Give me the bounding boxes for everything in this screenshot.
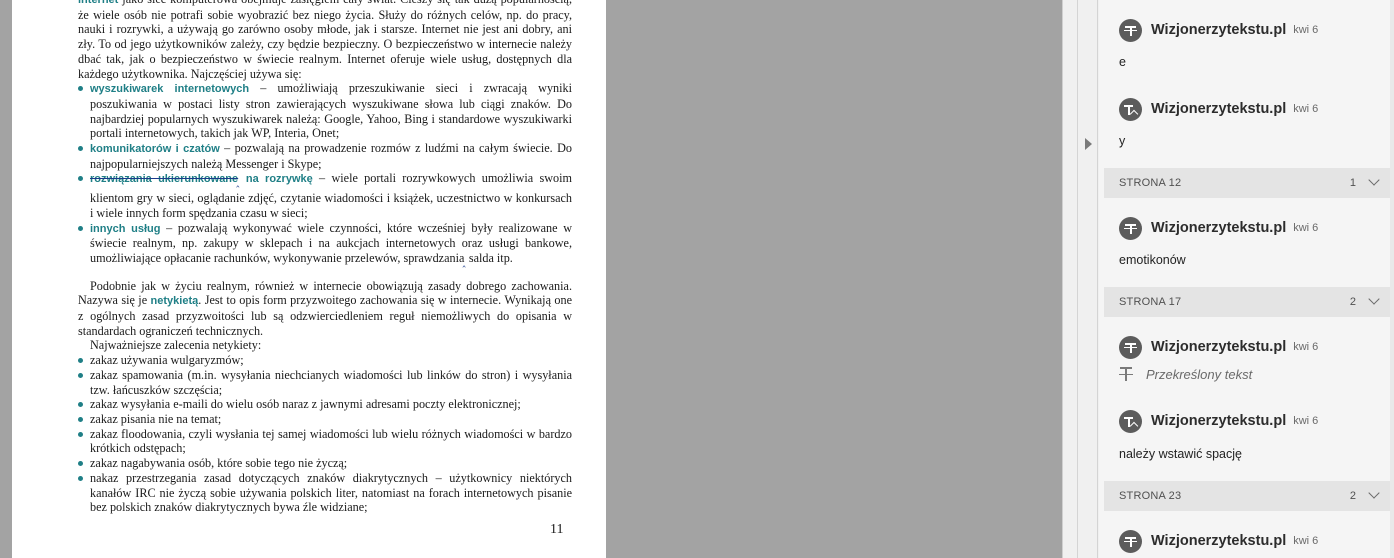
strikethrough-text-icon [1119,366,1133,382]
recommendations-heading: Najważniejsze zalecenia netykiety: [90,338,262,353]
comment-header[interactable]: Wizjonerzytekstu.pl kwi 6 [1119,529,1318,553]
divider-line [1077,0,1078,558]
comment-date: kwi 6 [1293,103,1319,115]
comment-body[interactable]: Przekreślony tekst [1119,366,1252,382]
insert-text-icon [1119,409,1142,433]
comment-body[interactable]: e [1119,55,1126,69]
strikethrough-icon [1119,529,1142,553]
comment-header[interactable]: Wizjonerzytekstu.pl kwi 6 [1119,335,1318,359]
services-list: wyszukiwarek internetowych – umożliwiają… [78,81,572,270]
comment-author: Wizjonerzytekstu.pl [1151,101,1287,117]
collapse-panel-arrow-icon[interactable] [1085,138,1092,150]
page-number: 11 [550,522,564,537]
section-label: STRONA 23 [1119,490,1182,502]
chevron-down-icon[interactable] [1368,293,1380,305]
section-label: STRONA 12 [1119,177,1182,189]
comment-header[interactable]: Wizjonerzytekstu.pl kwi 6 [1119,409,1318,433]
chevron-down-icon[interactable] [1368,174,1380,186]
viewer-background [606,0,1062,558]
strikethrough-label: Przekreślony tekst [1146,366,1253,382]
section-count: 1 [1349,177,1356,189]
keyword-internet: internet [78,0,119,6]
comment-author: Wizjonerzytekstu.pl [1151,220,1287,236]
list-item: zakaz wysyłania e-maili do wielu osób na… [78,397,572,412]
list-item: komunikatorów i czatów – pozwalają na pr… [78,141,572,171]
divider-line [1097,0,1098,558]
section-count: 2 [1349,296,1356,308]
comment-header[interactable]: Wizjonerzytekstu.pl kwi 6 [1119,97,1318,121]
strikethrough-icon [1119,18,1142,42]
comment-date: kwi 6 [1293,535,1319,547]
comments-panel: Wizjonerzytekstu.pl kwi 6 e Wizjonerzyte… [1099,0,1394,558]
list-item: innych usług – pozwalają wykonywać wiele… [78,221,572,271]
list-item: nakaz przestrzegania zasad dotyczących z… [78,471,572,515]
comment-header[interactable]: Wizjonerzytekstu.pl kwi 6 [1119,18,1318,42]
section-count: 2 [1349,490,1356,502]
comment-date: kwi 6 [1293,341,1319,353]
list-item: zakaz używania wulgaryzmów; [78,353,572,368]
comment-author: Wizjonerzytekstu.pl [1151,22,1287,38]
viewer-left-margin [0,0,12,558]
page-section-header[interactable]: STRONA 12 1 [1104,168,1392,198]
strikethrough-icon [1119,335,1142,359]
comment-body[interactable]: należy wstawić spację [1119,447,1242,461]
list-item: zakaz nagabywania osób, które sobie tego… [78,456,572,471]
netiquette-paragraph: Podobnie jak w życiu realnym, również w … [78,278,572,338]
struck-keyword[interactable]: rozwiązania ukierunkowane [90,173,238,185]
strikethrough-icon [1119,216,1142,240]
comment-body[interactable]: y [1119,134,1125,148]
list-item: rozwiązania ukierunkowane‸ na rozrywkę –… [78,171,572,220]
panel-scrollbar[interactable] [1390,0,1394,558]
comment-author: Wizjonerzytekstu.pl [1151,533,1287,549]
comment-author: Wizjonerzytekstu.pl [1151,339,1287,355]
list-item: wyszukiwarek internetowych – umożliwiają… [78,81,572,141]
comment-date: kwi 6 [1293,24,1319,36]
comment-author: Wizjonerzytekstu.pl [1151,413,1287,429]
list-item: zakaz pisania nie na temat; [78,412,572,427]
insert-text-icon [1119,97,1142,121]
list-item: zakaz spamowania (m.in. wysyłania niechc… [78,368,572,397]
list-item: zakaz floodowania, czyli wysłania tej sa… [78,427,572,456]
comment-date: kwi 6 [1293,222,1319,234]
keyword-netykieta: netykietą [150,295,199,308]
chevron-down-icon[interactable] [1368,487,1380,499]
page-section-header[interactable]: STRONA 17 2 [1104,287,1392,317]
comment-body[interactable]: emotikonów [1119,253,1186,267]
intro-paragraph: internet jako sieć komputerowa obejmuje … [78,0,572,81]
comment-date: kwi 6 [1293,415,1319,427]
page-section-header[interactable]: STRONA 23 2 [1104,481,1392,511]
document-page[interactable]: internet jako sieć komputerowa obejmuje … [12,0,606,558]
page-body-text: internet jako sieć komputerowa obejmuje … [78,0,572,515]
panel-splitter[interactable] [1062,0,1099,558]
comment-header[interactable]: Wizjonerzytekstu.pl kwi 6 [1119,216,1318,240]
section-label: STRONA 17 [1119,296,1182,308]
netiquette-list: zakaz używania wulgaryzmów; zakaz spamow… [78,353,572,515]
